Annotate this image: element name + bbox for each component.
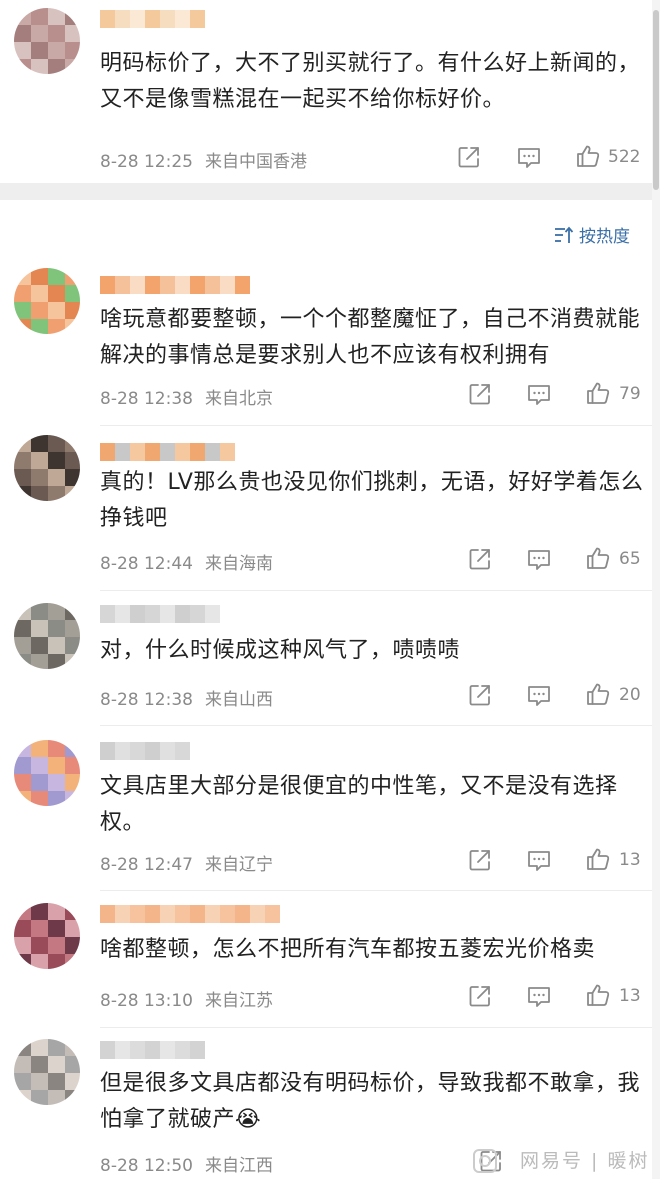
username-blurred[interactable] (100, 1041, 205, 1059)
share-icon[interactable] (467, 381, 493, 407)
comment-divider (100, 890, 652, 891)
thumbs-up-icon[interactable] (575, 143, 601, 169)
comment-location: 来自辽宁 (204, 855, 273, 875)
thumbs-up-icon[interactable] (585, 846, 611, 872)
username-blurred[interactable] (100, 276, 250, 294)
comment-divider (100, 1027, 652, 1028)
thumbs-up-icon[interactable] (585, 681, 611, 707)
comment-icon[interactable] (526, 682, 552, 708)
thumbs-up-icon[interactable] (585, 380, 611, 406)
comment-icon[interactable] (526, 847, 552, 873)
avatar[interactable] (14, 603, 80, 669)
comment-time: 8-28 13:10 (100, 991, 193, 1011)
comment-meta: 8-28 12:38 来自北京 (100, 384, 273, 409)
comment-divider (100, 425, 652, 426)
sort-by-hot-button[interactable]: 按热度 (554, 222, 630, 247)
share-icon[interactable] (467, 682, 493, 708)
comment-location: 来自江苏 (204, 991, 273, 1011)
comment-meta: 8-28 12:50 来自江西 (100, 1151, 273, 1176)
comment-icon[interactable] (526, 546, 552, 572)
comment-text: 真的！LV那么贵也没见你们挑刺，无语，好好学着怎么挣钱吧 (100, 470, 644, 531)
comment-text: 但是很多文具店都没有明码标价，导致我都不敢拿，我怕拿了就破产😭 (100, 1071, 641, 1132)
comment-meta: 8-28 12:38 来自山西 (100, 685, 273, 710)
watermark-logo (472, 1148, 498, 1174)
sort-icon (555, 226, 574, 243)
comment-text: 文具店里大部分是很便宜的中性笔，又不是没有选择权。 (100, 774, 618, 835)
share-icon[interactable] (456, 144, 482, 170)
comment-icon[interactable] (526, 381, 552, 407)
comment-time: 8-28 12:25 (100, 152, 193, 172)
comment-time: 8-28 12:50 (100, 1156, 193, 1176)
scrollbar-thumb[interactable] (653, 10, 659, 190)
avatar[interactable] (14, 740, 80, 806)
comment-text: 对，什么时候成这种风气了，啧啧啧 (100, 638, 461, 663)
share-icon[interactable] (467, 546, 493, 572)
comment-text: 明码标价了，大不了别买就行了。有什么好上新闻的，又不是像雪糕混在一起买不给你标好… (100, 51, 641, 112)
comment-meta: 8-28 13:10 来自江苏 (100, 986, 273, 1011)
comment-divider (100, 725, 652, 726)
username-blurred[interactable] (100, 742, 190, 760)
comment-icon[interactable] (516, 144, 542, 170)
username-blurred[interactable] (100, 605, 220, 623)
comment-text: 啥玩意都要整顿，一个个都整魔怔了，自己不消费就能解决的事情总是要求别人也不应该有… (100, 307, 641, 368)
like-count[interactable]: 65 (619, 549, 641, 569)
thumbs-up-icon[interactable] (585, 545, 611, 571)
comment-time: 8-28 12:44 (100, 554, 193, 574)
username-blurred[interactable] (100, 443, 235, 461)
scrollbar[interactable] (652, 0, 660, 1179)
avatar[interactable] (14, 903, 80, 969)
comment-time: 8-28 12:38 (100, 389, 193, 409)
comment-text: 啥都整顿，怎么不把所有汽车都按五菱宏光价格卖 (100, 937, 596, 962)
comment-meta: 8-28 12:25 来自中国香港 (100, 147, 307, 172)
username-blurred[interactable] (100, 905, 280, 923)
comment-location: 来自中国香港 (204, 152, 307, 172)
section-separator (0, 183, 652, 200)
comment-location: 来自山西 (204, 690, 273, 710)
thumbs-up-icon[interactable] (585, 982, 611, 1008)
comment-location: 来自江西 (204, 1156, 273, 1176)
comment-location: 来自北京 (204, 389, 273, 409)
comment-time: 8-28 12:38 (100, 690, 193, 710)
like-count[interactable]: 522 (608, 147, 640, 167)
sort-label: 按热度 (579, 227, 630, 247)
share-icon[interactable] (467, 983, 493, 1009)
watermark-text: 网易号 | 暖树 (520, 1150, 650, 1172)
comment-location: 来自海南 (204, 554, 273, 574)
comment-time: 8-28 12:47 (100, 855, 193, 875)
share-icon[interactable] (467, 847, 493, 873)
avatar[interactable] (14, 1039, 80, 1105)
avatar[interactable] (14, 8, 80, 74)
comment-divider (100, 590, 652, 591)
comment-meta: 8-28 12:44 来自海南 (100, 549, 273, 574)
username-blurred[interactable] (100, 10, 205, 28)
avatar[interactable] (14, 435, 80, 501)
like-count[interactable]: 13 (619, 986, 641, 1006)
comment-meta: 8-28 12:47 来自辽宁 (100, 850, 273, 875)
like-count[interactable]: 20 (619, 685, 641, 705)
like-count[interactable]: 13 (619, 850, 641, 870)
comment-icon[interactable] (526, 983, 552, 1009)
like-count[interactable]: 79 (619, 384, 641, 404)
avatar[interactable] (14, 268, 80, 334)
